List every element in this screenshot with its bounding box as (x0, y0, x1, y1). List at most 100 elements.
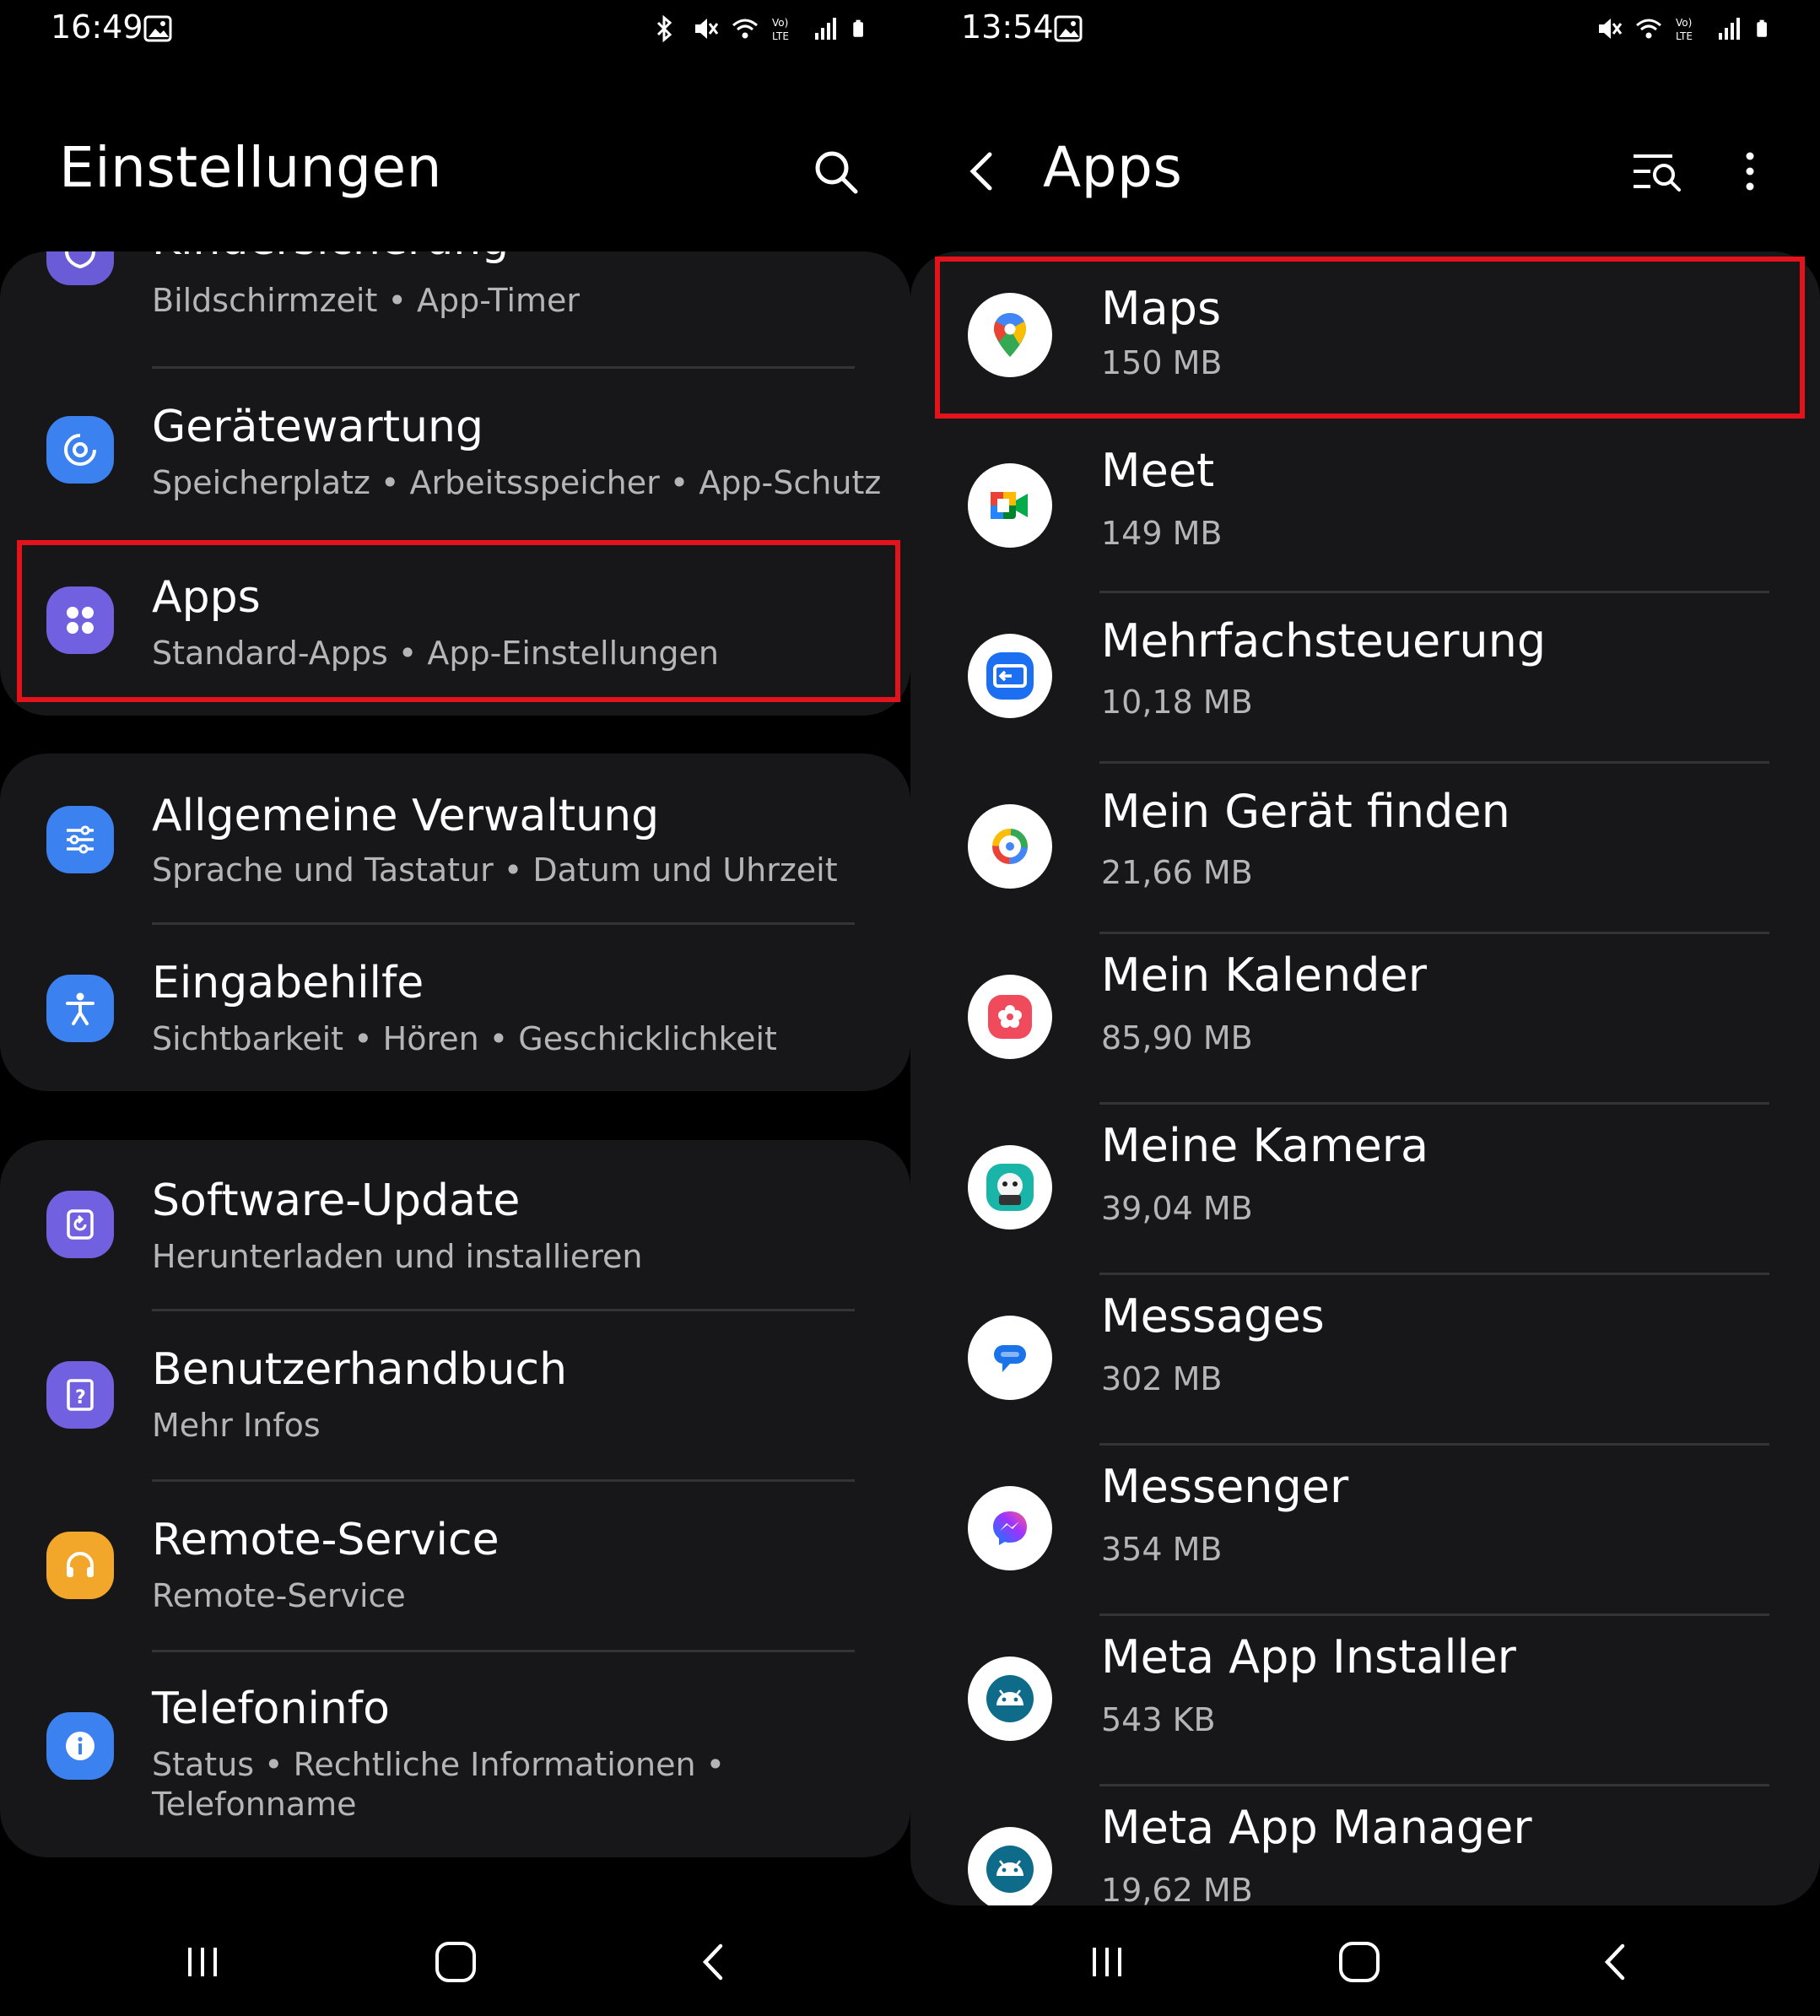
device-care-icon (46, 416, 114, 484)
settings-item-subtitle: Remote-Service (152, 1577, 406, 1614)
app-name: Mein Kalender (1101, 949, 1427, 1002)
app-name: Meet (1101, 444, 1215, 497)
status-time: 16:49 (51, 8, 143, 46)
info-icon (46, 1712, 114, 1780)
settings-item-subtitle: Herunterladen und installieren (152, 1238, 643, 1275)
app-size: 302 MB (1101, 1360, 1223, 1397)
settings-item-title: Remote-Service (152, 1515, 500, 1565)
filter-search-icon (1634, 154, 1681, 192)
recent-apps-button[interactable] (1073, 1932, 1141, 1992)
app-row-messages[interactable]: Messages 302 MB (910, 1274, 1820, 1443)
manual-icon: ? (46, 1361, 114, 1429)
recent-apps-button[interactable] (169, 1932, 236, 1992)
svg-text:Vo): Vo) (1676, 17, 1692, 29)
page-title: Apps (1043, 135, 1183, 200)
navigation-bar (0, 1916, 910, 2008)
mute-icon (695, 19, 719, 39)
back-icon (1604, 1943, 1625, 1981)
app-size: 354 MB (1101, 1531, 1223, 1568)
gallery-notification-icon (143, 15, 172, 42)
battery-icon (1757, 19, 1767, 37)
wifi-icon (1636, 19, 1661, 39)
app-row-mehrfachsteuerung[interactable]: Mehrfachsteuerung 10,18 MB (910, 592, 1820, 761)
settings-group-2: Allgemeine Verwaltung Sprache und Tastat… (0, 754, 910, 1091)
search-icon (815, 151, 858, 194)
android-icon (968, 1657, 1052, 1741)
back-button[interactable] (679, 1932, 747, 1992)
software-update-icon (46, 1191, 114, 1258)
settings-item-title: Telefoninfo (152, 1684, 390, 1734)
app-size: 543 KB (1101, 1701, 1216, 1738)
home-icon (1339, 1942, 1380, 1982)
status-bar: 13:54 Vo) LTE (910, 0, 1820, 59)
more-options-button[interactable] (1720, 142, 1779, 201)
settings-item-subtitle-line2: Telefonname (152, 1786, 357, 1823)
app-size: 10,18 MB (1101, 684, 1253, 721)
settings-item-kindersicherung[interactable]: Kindersicherung Bildschirmzeit • App-Tim… (0, 251, 910, 336)
back-arrow-button[interactable] (953, 142, 1012, 201)
highlight-box-maps (935, 257, 1805, 419)
home-icon (435, 1942, 476, 1982)
highlight-box-apps (17, 540, 900, 702)
settings-item-title: Eingabehilfe (152, 958, 424, 1008)
sliders-icon (46, 806, 114, 873)
svg-text:LTE: LTE (772, 30, 789, 42)
app-name: Meta App Installer (1101, 1630, 1516, 1684)
app-row-meine-kamera[interactable]: Meine Kamera 39,04 MB (910, 1104, 1820, 1273)
app-row-meta-app-installer[interactable]: Meta App Installer 543 KB (910, 1615, 1820, 1784)
app-name: Messages (1101, 1289, 1325, 1343)
settings-item-subtitle: Sprache und Tastatur • Datum und Uhrzeit (152, 851, 838, 889)
app-row-meta-app-manager[interactable]: Meta App Manager 19,62 MB (910, 1786, 1820, 1905)
svg-text:LTE: LTE (1676, 30, 1693, 42)
settings-item-title: Benutzerhandbuch (152, 1344, 568, 1395)
filter-search-button[interactable] (1628, 142, 1687, 201)
settings-item-title: Gerätewartung (152, 402, 483, 452)
calendar-icon (968, 975, 1052, 1059)
app-row-mein-geraet-finden[interactable]: Mein Gerät finden 21,66 MB (910, 763, 1820, 932)
settings-item-subtitle: Status • Rechtliche Informationen • (152, 1746, 726, 1783)
settings-item-remote-service[interactable]: Remote-Service Remote-Service (0, 1481, 910, 1650)
home-button[interactable] (1326, 1932, 1393, 1992)
messenger-icon (968, 1486, 1052, 1570)
parental-icon (46, 251, 114, 285)
settings-item-subtitle: Mehr Infos (152, 1407, 321, 1444)
settings-item-telefoninfo[interactable]: Telefoninfo Status • Rechtliche Informat… (0, 1651, 910, 1857)
wifi-icon (732, 19, 758, 39)
android-icon (968, 1827, 1052, 1905)
app-row-mein-kalender[interactable]: Mein Kalender 85,90 MB (910, 933, 1820, 1102)
search-button[interactable] (806, 142, 865, 201)
back-button[interactable] (1581, 1932, 1649, 1992)
settings-item-software-update[interactable]: Software-Update Herunterladen und instal… (0, 1140, 910, 1309)
back-icon (702, 1943, 723, 1981)
volte-icon: Vo)LTE (1676, 17, 1693, 42)
status-bar: 16:49 Vo) LTE (0, 0, 910, 59)
app-name: Messenger (1101, 1460, 1349, 1513)
recents-icon (1093, 1948, 1121, 1976)
page-title: Einstellungen (59, 135, 442, 200)
signal-icon (815, 18, 836, 40)
app-list: Maps 150 MB Meet 149 MB Mehrfachsteuerun… (910, 251, 1820, 1905)
settings-item-benutzerhandbuch[interactable]: ? Benutzerhandbuch Mehr Infos (0, 1311, 910, 1479)
app-name: Meta App Manager (1101, 1801, 1532, 1854)
settings-item-eingabehilfe[interactable]: Eingabehilfe Sichtbarkeit • Hören • Gesc… (0, 924, 910, 1091)
settings-item-subtitle: Sichtbarkeit • Hören • Geschicklichkeit (152, 1020, 777, 1057)
app-name: Mehrfachsteuerung (1101, 614, 1547, 667)
app-row-meet[interactable]: Meet 149 MB (910, 422, 1820, 591)
app-row-messenger[interactable]: Messenger 354 MB (910, 1445, 1820, 1613)
svg-text:?: ? (75, 1387, 86, 1408)
accessibility-icon (46, 975, 114, 1042)
settings-item-subtitle: Speicherplatz • Arbeitsspeicher • App-Sc… (152, 464, 882, 501)
settings-group-3: Software-Update Herunterladen und instal… (0, 1140, 910, 1857)
volte-icon: Vo)LTE (772, 17, 789, 42)
settings-item-subtitle: Bildschirmzeit • App-Timer (152, 282, 581, 319)
gallery-notification-icon (1054, 15, 1083, 42)
divider (152, 366, 855, 369)
app-size: 149 MB (1101, 515, 1223, 552)
meet-icon (968, 463, 1052, 548)
battery-icon (853, 19, 863, 37)
settings-item-allgemeine-verwaltung[interactable]: Allgemeine Verwaltung Sprache und Tastat… (0, 754, 910, 922)
home-button[interactable] (422, 1932, 489, 1992)
app-name: Meine Kamera (1101, 1119, 1429, 1172)
settings-item-geraetewartung[interactable]: Gerätewartung Speicherplatz • Arbeitsspe… (0, 370, 910, 538)
settings-item-title: Allgemeine Verwaltung (152, 791, 660, 841)
